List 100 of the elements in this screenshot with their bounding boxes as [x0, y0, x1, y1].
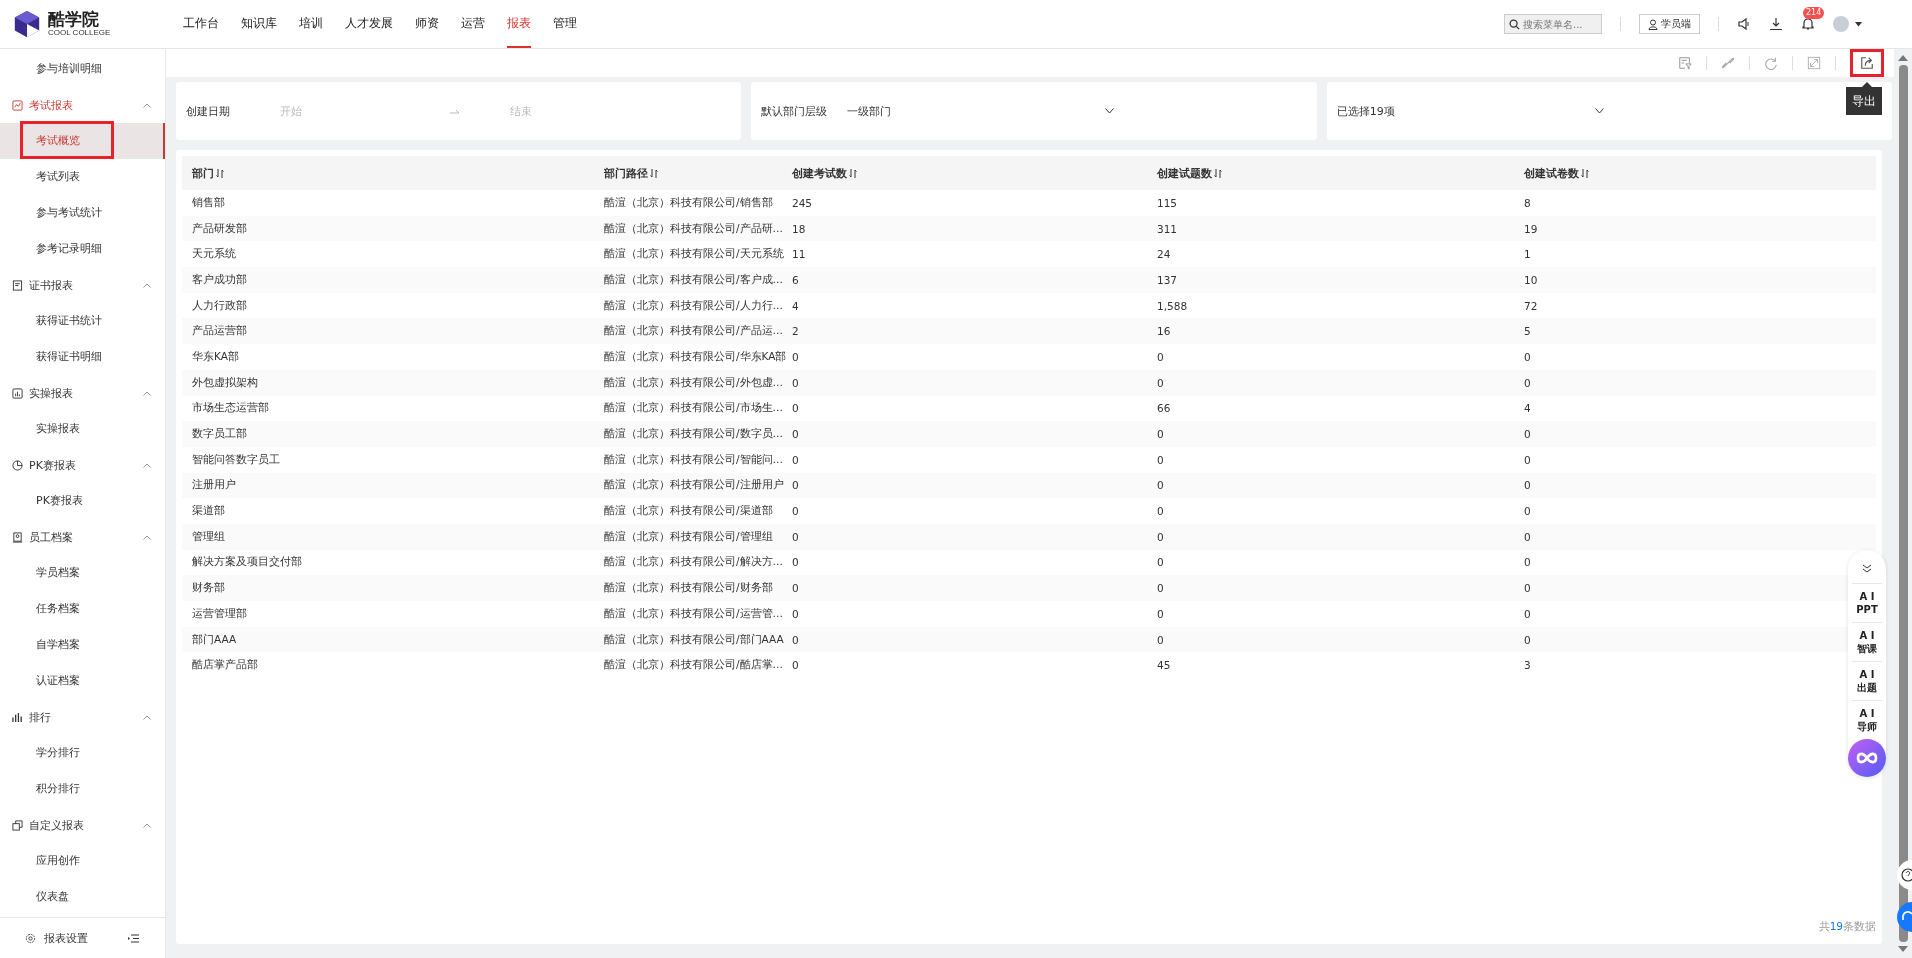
- sort-icon[interactable]: [650, 168, 658, 178]
- table-cell: 外包虚拟架构: [192, 375, 258, 390]
- table-cell: 18: [792, 222, 806, 235]
- refresh-icon[interactable]: [1764, 56, 1778, 70]
- group-label: 证书报表: [29, 277, 74, 293]
- sidebar-item[interactable]: 获得证书统计: [0, 303, 165, 339]
- sort-icon[interactable]: [216, 168, 224, 178]
- column-header[interactable]: 部门: [192, 165, 214, 181]
- table-cell: 0: [792, 530, 799, 543]
- nav-tab[interactable]: 培训: [299, 0, 323, 48]
- table-cell: 酷渲（北京）科技有限公司/外包虚…: [604, 375, 784, 390]
- sidebar-item[interactable]: 考试列表: [0, 159, 165, 195]
- scroll-up-icon[interactable]: [1898, 55, 1908, 61]
- sidebar-item[interactable]: 学分排行: [0, 735, 165, 771]
- speaker-icon[interactable]: [1737, 17, 1751, 31]
- double-chevron-down-icon[interactable]: [1862, 564, 1872, 573]
- table-cell: 0: [792, 556, 799, 569]
- table-cell: 0: [792, 453, 799, 466]
- column-header[interactable]: 创建试题数: [1157, 165, 1212, 181]
- sidebar-item[interactable]: 任务档案: [0, 591, 165, 627]
- collapse-menu-icon[interactable]: [128, 933, 139, 943]
- export-button[interactable]: [1850, 49, 1884, 77]
- column-header[interactable]: 创建考试数: [792, 165, 847, 181]
- department-select[interactable]: 已选择19项: [1336, 103, 1575, 119]
- settings-icon: [25, 932, 36, 944]
- chevron-up-icon: [143, 534, 151, 540]
- search-field[interactable]: 搜索菜单名...: [1504, 14, 1602, 34]
- person-icon: [1648, 18, 1658, 30]
- nav-tab[interactable]: 人才发展: [345, 0, 393, 48]
- sidebar-group[interactable]: PK赛报表: [0, 447, 165, 483]
- sidebar-item[interactable]: 参考记录明细: [0, 231, 165, 267]
- table-cell: 0: [1524, 556, 1531, 569]
- table-cell: 0: [792, 479, 799, 492]
- headset-icon[interactable]: [1894, 902, 1912, 932]
- sidebar-group[interactable]: 员工档案: [0, 519, 165, 555]
- filter-label: 默认部门层级: [761, 103, 828, 119]
- table-cell: 0: [1157, 350, 1164, 363]
- sidebar-item[interactable]: PK赛报表: [0, 483, 165, 519]
- table-cell: 0: [1524, 530, 1531, 543]
- total-count: 共19条数据: [1818, 920, 1876, 934]
- table-cell: 0: [792, 376, 799, 389]
- search-icon: [1509, 18, 1520, 30]
- column-header[interactable]: 创建试卷数: [1524, 165, 1579, 181]
- bell-icon[interactable]: [1801, 17, 1815, 31]
- nav-tab[interactable]: 运营: [461, 0, 485, 48]
- table-cell: 产品运营部: [192, 324, 247, 339]
- table-cell: 酷渲（北京）科技有限公司/酷店掌…: [604, 658, 784, 673]
- group-label: 自定义报表: [29, 817, 85, 833]
- sidebar-item[interactable]: 应用创作: [0, 843, 165, 879]
- sidebar-item[interactable]: 参与考试统计: [0, 195, 165, 231]
- sidebar-item[interactable]: 学员档案: [0, 555, 165, 591]
- sidebar-item[interactable]: 自学档案: [0, 627, 165, 663]
- sidebar-group[interactable]: 证书报表: [0, 267, 165, 303]
- sidebar-group[interactable]: 自定义报表: [0, 807, 165, 843]
- infinity-icon[interactable]: [1848, 739, 1886, 777]
- chevron-up-icon: [143, 822, 151, 828]
- table-cell: 115: [1157, 196, 1178, 209]
- sidebar-group[interactable]: 考试报表: [0, 87, 165, 123]
- sidebar-item[interactable]: 积分排行: [0, 771, 165, 807]
- sort-icon[interactable]: [1581, 168, 1589, 178]
- ai-tool-button[interactable]: A I PPT: [1852, 583, 1882, 622]
- table-cell: 0: [1157, 505, 1164, 518]
- nav-tab[interactable]: 管理: [553, 0, 577, 48]
- filter-list-icon[interactable]: [1678, 56, 1692, 70]
- column-header[interactable]: 部门路径: [604, 165, 648, 181]
- table-cell: 0: [1157, 607, 1164, 620]
- sidebar-item[interactable]: 考试概览: [0, 123, 165, 159]
- report-settings-button[interactable]: 报表设置: [25, 930, 88, 946]
- caret-icon[interactable]: [1855, 21, 1862, 27]
- help-icon[interactable]: [1894, 860, 1912, 890]
- sidebar-item[interactable]: 仪表盘: [0, 879, 165, 915]
- table-cell: 66: [1157, 402, 1171, 415]
- table-cell: 部门AAA: [192, 632, 237, 647]
- sidebar-group[interactable]: 排行: [0, 699, 165, 735]
- sort-icon[interactable]: [849, 168, 857, 178]
- sidebar-item[interactable]: 获得证书明细: [0, 339, 165, 375]
- sidebar-group[interactable]: 实操报表: [0, 375, 165, 411]
- group-label: 员工档案: [29, 529, 74, 545]
- department-level-select[interactable]: 一级部门: [847, 103, 1086, 119]
- sort-icon[interactable]: [1214, 168, 1222, 178]
- download-icon[interactable]: [1769, 17, 1783, 31]
- student-portal-button[interactable]: 学员端: [1639, 14, 1700, 34]
- table-cell: 4: [1524, 402, 1531, 415]
- chevron-down-icon[interactable]: [1594, 108, 1604, 114]
- ai-tool-button[interactable]: A I 智课: [1852, 622, 1882, 661]
- table-cell: 11: [792, 248, 806, 261]
- sidebar-item[interactable]: 认证档案: [0, 663, 165, 699]
- nav-tab[interactable]: 知识库: [241, 0, 277, 48]
- chevron-down-icon[interactable]: [1105, 108, 1115, 114]
- sidebar-item[interactable]: 参与培训明细: [0, 51, 165, 87]
- sidebar-item[interactable]: 实操报表: [0, 411, 165, 447]
- nav-tab[interactable]: 工作台: [183, 0, 219, 48]
- scroll-down-icon[interactable]: [1898, 946, 1908, 952]
- group-label: PK赛报表: [29, 457, 77, 473]
- nav-tab[interactable]: 师资: [415, 0, 439, 48]
- brand-name: 酷学院: [48, 10, 100, 29]
- table-cell: 10: [1524, 273, 1538, 286]
- ai-tool-button[interactable]: A I 出题: [1852, 661, 1882, 700]
- chart-report-icon: [12, 99, 23, 111]
- scrollbar-thumb[interactable]: [1898, 65, 1908, 942]
